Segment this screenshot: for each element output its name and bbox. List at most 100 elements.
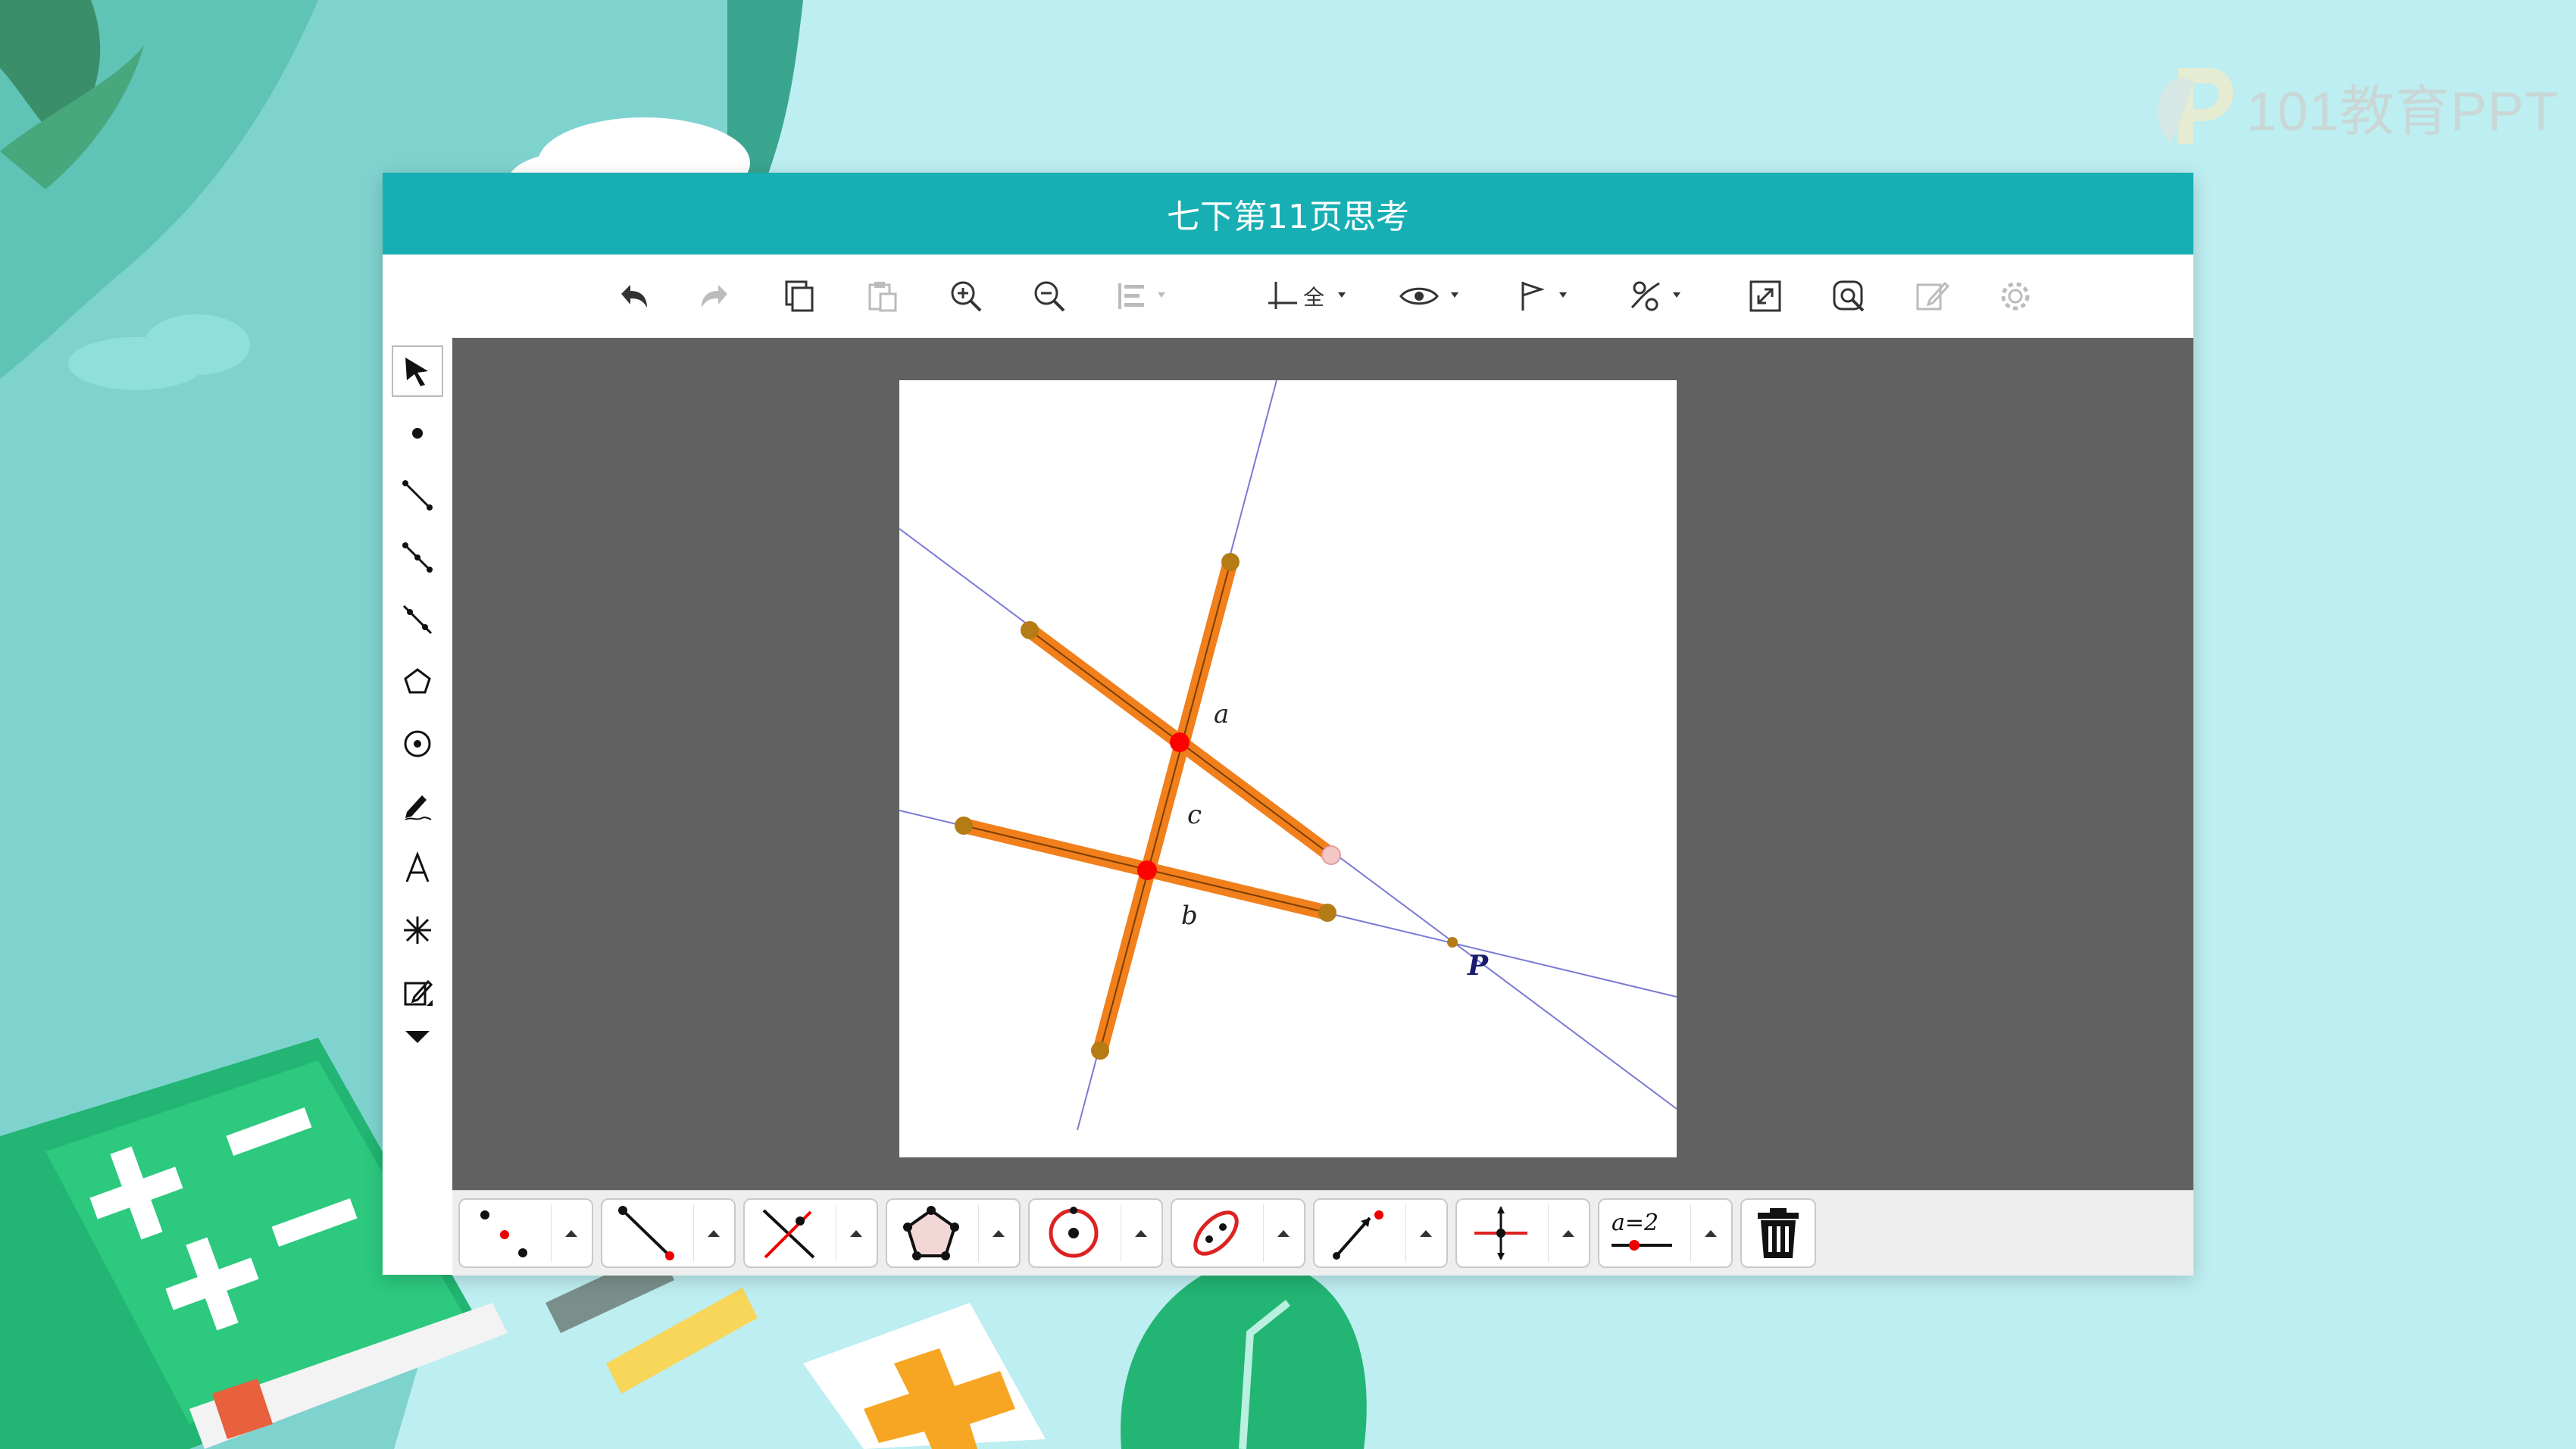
undo-button[interactable]	[606, 270, 659, 323]
bottom-toolbar: a=2	[452, 1190, 2193, 1276]
endpoint-a-left[interactable]	[1021, 621, 1039, 639]
endpoint-c-top[interactable]	[1221, 553, 1240, 571]
line-segment-icon	[618, 1206, 674, 1260]
slider-tool-group[interactable]: a=2	[1598, 1198, 1733, 1268]
undo-icon	[621, 285, 647, 308]
move-view-tool-group[interactable]	[1455, 1198, 1590, 1268]
caret-up-icon	[1705, 1230, 1717, 1237]
settings-icon	[2001, 282, 2030, 311]
arrow-pointer-icon	[405, 358, 428, 386]
window-titlebar: 七下第11页思考	[383, 173, 2193, 255]
fullscreen-button[interactable]	[1739, 270, 1792, 323]
label-c: c	[1187, 800, 1202, 830]
zoom-in-button[interactable]	[939, 270, 993, 323]
search-button[interactable]	[1822, 270, 1875, 323]
text-icon	[405, 851, 430, 882]
caret-up-icon	[1562, 1230, 1574, 1237]
label-a: a	[1214, 699, 1229, 729]
chevron-down-icon	[405, 1031, 430, 1043]
copy-button[interactable]	[773, 270, 826, 323]
caret-up-icon	[708, 1230, 720, 1237]
polygon-icon	[903, 1206, 959, 1260]
style-button[interactable]	[1625, 270, 1701, 323]
axes-grid-button[interactable]: 全	[1261, 270, 1368, 323]
visibility-button[interactable]	[1394, 270, 1477, 323]
circle-tool-button[interactable]	[392, 718, 443, 770]
redo-button[interactable]	[689, 270, 742, 323]
polygon-tool-dropdown[interactable]	[978, 1204, 1018, 1262]
circle-tool-group[interactable]	[1028, 1198, 1163, 1268]
segment-midpoint-tool-button[interactable]	[392, 532, 443, 583]
ray-tool-group[interactable]	[1313, 1198, 1448, 1268]
style-icon	[1630, 281, 1680, 311]
point-icon	[412, 428, 423, 439]
label-p: P	[1467, 950, 1489, 982]
circle-tool-dropdown[interactable]	[1121, 1204, 1161, 1262]
line-tool-dropdown[interactable]	[693, 1204, 733, 1262]
point-tool-group[interactable]	[458, 1198, 593, 1268]
fullscreen-icon	[1749, 280, 1781, 312]
move-view-tool-dropdown[interactable]	[1548, 1204, 1588, 1262]
conic-tool-dropdown[interactable]	[1263, 1204, 1303, 1262]
edit-button[interactable]	[1905, 270, 1959, 323]
perpendicular-tool-group[interactable]	[743, 1198, 878, 1268]
caret-up-icon	[1420, 1230, 1432, 1237]
search-icon	[1833, 280, 1865, 312]
delete-button[interactable]	[1740, 1198, 1816, 1268]
magic-tool-button[interactable]	[392, 904, 443, 956]
paste-icon	[868, 282, 897, 312]
align-button[interactable]	[1106, 270, 1190, 323]
perpendicular-tool-dropdown[interactable]	[836, 1204, 876, 1262]
endpoint-b-left[interactable]	[955, 817, 973, 835]
construction-canvas[interactable]: a c b P	[899, 379, 1677, 1157]
geometry-drawing[interactable]: a c b P	[899, 379, 1677, 1157]
settings-button[interactable]	[1989, 270, 2042, 323]
graphics-view: a c b P	[452, 338, 2193, 1190]
polygon-tool-group[interactable]	[886, 1198, 1021, 1268]
text-tool-button[interactable]	[392, 842, 443, 894]
point-tool-dropdown[interactable]	[551, 1204, 591, 1262]
segment-tool-button[interactable]	[392, 470, 443, 521]
line-through-points-tool-button[interactable]	[392, 594, 443, 645]
edit-box-icon	[404, 979, 433, 1006]
edit-icon	[1916, 281, 1950, 311]
flag-icon	[1521, 282, 1567, 311]
watermark-text: 101教育PPT	[2246, 81, 2559, 142]
sparkle-icon	[404, 917, 431, 944]
endpoint-b-right[interactable]	[1318, 904, 1336, 922]
circle-icon	[1049, 1207, 1099, 1258]
ellipse-icon	[1193, 1210, 1239, 1256]
more-tools-button[interactable]	[392, 1020, 443, 1053]
watermark: 101教育PPT	[2148, 61, 2559, 151]
intersection-b-c[interactable]	[1137, 860, 1157, 880]
point-tool-button[interactable]	[392, 408, 443, 459]
polygon-tool-button[interactable]	[392, 656, 443, 707]
trash-icon	[1758, 1208, 1799, 1258]
slider-icon: a=2	[1612, 1210, 1672, 1251]
move-tool-button[interactable]	[392, 345, 443, 397]
line-tool-group[interactable]	[601, 1198, 736, 1268]
ray-tool-dropdown[interactable]	[1405, 1204, 1446, 1262]
left-tool-sidebar	[383, 338, 454, 1275]
endpoint-c-bottom[interactable]	[1091, 1041, 1109, 1060]
edit-tool-button[interactable]	[392, 967, 443, 1018]
align-icon	[1118, 283, 1165, 309]
stick-c-axis	[1099, 561, 1231, 1051]
conic-tool-group[interactable]	[1171, 1198, 1305, 1268]
zoom-out-icon	[1034, 281, 1065, 312]
perpendicular-icon	[762, 1209, 815, 1259]
intersection-a-c[interactable]	[1170, 732, 1190, 752]
slider-label: a=2	[1612, 1210, 1658, 1236]
zoom-out-button[interactable]	[1023, 270, 1076, 323]
pen-icon	[405, 795, 432, 820]
caret-up-icon	[565, 1230, 577, 1237]
paste-button[interactable]	[856, 270, 909, 323]
flag-button[interactable]	[1512, 270, 1587, 323]
ray-icon	[1333, 1210, 1383, 1260]
pen-tool-button[interactable]	[392, 780, 443, 832]
pentagon-icon	[404, 668, 431, 694]
point-p[interactable]	[1447, 937, 1458, 948]
caret-up-icon	[1135, 1230, 1147, 1237]
endpoint-a-right[interactable]	[1321, 845, 1341, 865]
slider-tool-dropdown[interactable]	[1690, 1204, 1730, 1262]
